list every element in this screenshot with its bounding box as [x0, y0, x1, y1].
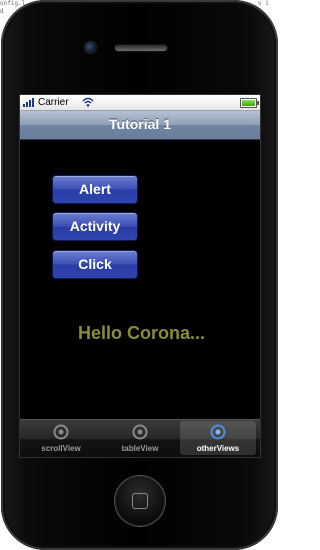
tab-tableview[interactable]: tableView	[102, 421, 178, 455]
hello-corona-text: Hello Corona...	[78, 323, 206, 343]
tab-label: otherViews	[196, 444, 240, 453]
earpiece-speaker	[115, 45, 167, 51]
circle-icon	[53, 424, 69, 440]
page-title: Tutorial 1	[109, 116, 171, 132]
circle-icon	[132, 424, 148, 440]
carrier-label: Carrier	[38, 97, 69, 108]
device-screen: Carrier Tutorial 1 Alert Activity Click …	[20, 95, 260, 457]
signal-bars-icon	[23, 98, 37, 107]
tab-scrollview[interactable]: scrollView	[23, 421, 99, 455]
tab-otherviews[interactable]: otherViews	[180, 421, 256, 455]
tab-label: tableView	[121, 444, 159, 453]
battery-icon	[240, 98, 259, 108]
phone-frame: Carrier Tutorial 1 Alert Activity Click …	[1, 0, 278, 550]
navigation-bar: Tutorial 1	[20, 111, 260, 140]
alert-button[interactable]: Alert	[52, 175, 138, 204]
click-button[interactable]: Click	[52, 250, 138, 279]
activity-button[interactable]: Activity	[52, 212, 138, 241]
circle-icon	[210, 424, 226, 440]
battery-level-fill	[242, 100, 255, 106]
home-button[interactable]	[115, 476, 165, 526]
background-text-left-2: d	[0, 8, 4, 15]
tab-bar: scrollView tableView otherViews	[20, 419, 260, 457]
background-text-right-1: v i	[258, 0, 269, 7]
home-square-icon	[132, 493, 148, 509]
wifi-icon	[82, 97, 94, 107]
tab-label: scrollView	[41, 444, 81, 453]
status-bar: Carrier	[20, 95, 260, 111]
front-camera	[85, 42, 96, 53]
